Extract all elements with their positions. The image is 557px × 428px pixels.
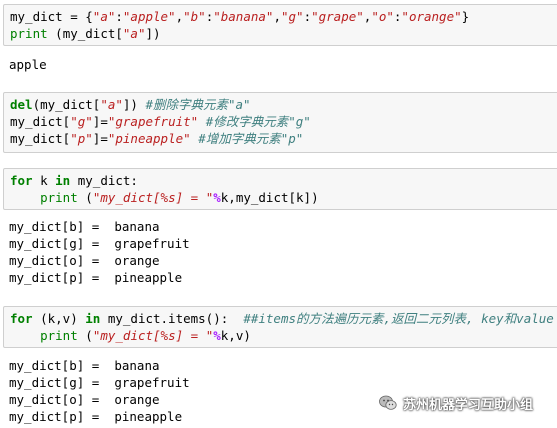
code-token: % — [213, 328, 221, 343]
code-token: "orange" — [401, 9, 462, 24]
output-cell-1: apple — [9, 56, 47, 73]
code-token: "b" — [183, 9, 206, 24]
code-token: "g" — [70, 114, 93, 129]
code-token: ]= — [92, 114, 108, 129]
code-token: : — [115, 9, 123, 24]
code-token: k,my_dict[k]) — [220, 190, 319, 205]
watermark: 苏州机器学习互助小组 — [379, 392, 533, 414]
code-token: my_dict.items(): — [100, 311, 244, 326]
output-line: my_dict[b] = banana — [9, 358, 160, 373]
code-token: (my_dict[ — [47, 26, 123, 41]
code-token: "a" — [92, 9, 116, 24]
code-token: (my_dict[ — [32, 97, 101, 112]
code-token: ( — [77, 190, 93, 205]
code-token: k,v) — [220, 328, 251, 343]
code-token: k — [32, 173, 56, 188]
code-token: } — [461, 9, 470, 24]
code-token: print — [40, 190, 78, 205]
code-token: "a" — [122, 26, 146, 41]
code-token: #增加字典元素"p" — [198, 131, 304, 146]
code-token: (k,v) — [32, 311, 86, 326]
code-token: "grape" — [311, 9, 364, 24]
code-line: del(my_dict["a"]) #删除字典元素"a" — [10, 96, 557, 113]
output-line: my_dict[o] = orange — [9, 392, 160, 407]
code-line: for (k,v) in my_dict.items(): ##items的方法… — [10, 310, 557, 327]
code-line: my_dict["p"]="pineapple" #增加字典元素"p" — [10, 130, 557, 147]
code-line: print ("my_dict[%s] = "%k,v) — [10, 327, 557, 344]
code-token: "pineapple" — [107, 131, 191, 146]
wechat-icon — [379, 395, 397, 410]
code-line: my_dict = {"a":"apple","b":"banana","g":… — [10, 8, 557, 25]
output-cell-4: my_dict[b] = banana my_dict[g] = grapefru… — [9, 357, 190, 425]
code-token: "grapefruit" — [107, 114, 199, 129]
code-token: , — [273, 9, 281, 24]
code-token: : — [303, 9, 312, 24]
code-cell-3[interactable]: for k in my_dict: print ("my_dict[%s] = … — [3, 168, 557, 210]
code-token: ]) — [145, 26, 161, 41]
output-line: my_dict[p] = pineapple — [9, 409, 183, 424]
code-token: #删除字典元素"a" — [145, 97, 251, 112]
code-token: ##items的方法遍历元素,返回二元列表, key和value — [243, 311, 554, 326]
code-token: "p" — [70, 131, 93, 146]
output-cell-3: my_dict[b] = banana my_dict[g] = grapefru… — [9, 218, 190, 286]
code-token: ( — [77, 328, 93, 343]
code-token: "my_dict[%s] = " — [92, 190, 214, 205]
code-token: #修改字典元素"g" — [205, 114, 311, 129]
code-token: my_dict[ — [10, 131, 71, 146]
code-token: my_dict = { — [10, 9, 93, 24]
code-line: print ("my_dict[%s] = "%k,my_dict[k]) — [10, 189, 557, 206]
code-token: "a" — [100, 97, 123, 112]
output-line: my_dict[b] = banana — [9, 219, 160, 234]
code-token: for — [10, 311, 33, 326]
code-token: , — [175, 9, 184, 24]
code-token: print — [40, 328, 78, 343]
code-token: "g" — [280, 9, 304, 24]
output-line: my_dict[g] = grapefruit — [9, 375, 190, 390]
code-token: print — [10, 26, 48, 41]
code-token: "o" — [371, 9, 394, 24]
code-token: "my_dict[%s] = " — [92, 328, 214, 343]
code-token: in — [55, 173, 71, 188]
code-token: ]) — [122, 97, 146, 112]
code-line: my_dict["g"]="grapefruit" #修改字典元素"g" — [10, 113, 557, 130]
code-cell-2[interactable]: del(my_dict["a"]) #删除字典元素"a" my_dict["g"]… — [3, 92, 557, 153]
code-line: for k in my_dict: — [10, 172, 557, 189]
code-cell-4[interactable]: for (k,v) in my_dict.items(): ##items的方法… — [3, 306, 557, 348]
code-token: for — [10, 173, 33, 188]
code-token: my_dict: — [70, 173, 138, 188]
code-token: % — [213, 190, 221, 205]
output-line: apple — [9, 57, 47, 72]
code-token: "apple" — [122, 9, 176, 24]
output-line: my_dict[o] = orange — [9, 253, 160, 268]
code-token: in — [85, 311, 101, 326]
code-token: my_dict[ — [10, 114, 71, 129]
code-token: del — [10, 97, 33, 112]
output-line: my_dict[p] = pineapple — [9, 270, 183, 285]
watermark-text: 苏州机器学习互助小组 — [403, 397, 534, 413]
output-line: my_dict[g] = grapefruit — [9, 236, 190, 251]
code-token: "banana" — [213, 9, 274, 24]
code-line: print (my_dict["a"]) — [10, 25, 557, 42]
code-token: ]= — [92, 131, 108, 146]
code-cell-1[interactable]: my_dict = {"a":"apple","b":"banana","g":… — [3, 4, 557, 46]
